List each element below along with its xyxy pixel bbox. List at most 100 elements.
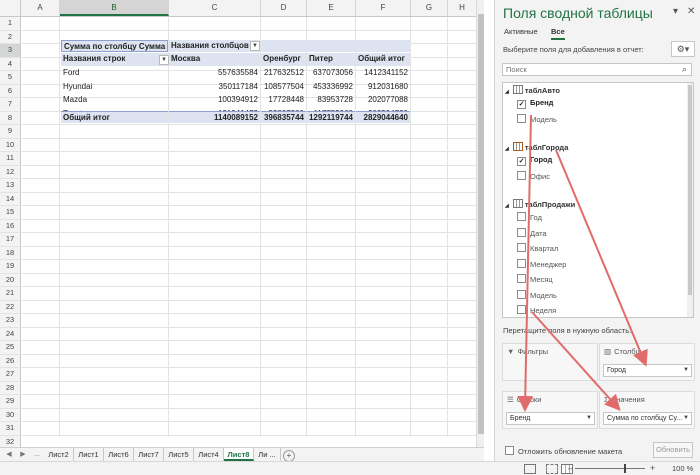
grid-row[interactable]: 12 bbox=[0, 165, 476, 179]
sheet-tab[interactable]: Лист4 bbox=[194, 448, 224, 461]
grid-row[interactable]: 1 bbox=[0, 17, 476, 31]
pivot-value-cell[interactable]: 202077088 bbox=[356, 94, 410, 107]
row-header[interactable]: 20 bbox=[0, 273, 21, 286]
grid-row[interactable]: 13 bbox=[0, 179, 476, 193]
column-header-e[interactable]: E bbox=[307, 0, 356, 16]
grid-row[interactable]: 10 bbox=[0, 138, 476, 152]
row-header[interactable]: 12 bbox=[0, 165, 21, 178]
grid-row[interactable]: 26 bbox=[0, 354, 476, 368]
row-header[interactable]: 25 bbox=[0, 341, 21, 354]
sheet-tab[interactable]: Лист6 bbox=[104, 448, 134, 461]
row-header[interactable]: 11 bbox=[0, 152, 21, 165]
pivot-value-cell[interactable]: 217632512 bbox=[261, 67, 306, 80]
values-area[interactable]: Σ Значения Сумма по столбцу Су... ▼ bbox=[599, 391, 695, 429]
tab-more-icon[interactable]: ... bbox=[32, 450, 42, 460]
checkbox-icon[interactable] bbox=[517, 171, 526, 180]
grid-row[interactable]: 9 bbox=[0, 125, 476, 139]
defer-update-checkbox[interactable]: Отложить обновление макета bbox=[505, 446, 622, 456]
pane-options-dropdown-icon[interactable]: ▾ bbox=[673, 6, 678, 17]
checkbox-icon[interactable] bbox=[517, 212, 526, 221]
page-layout-view-icon[interactable] bbox=[546, 464, 558, 474]
grid-row[interactable]: 27 bbox=[0, 368, 476, 382]
grid-row[interactable]: 14 bbox=[0, 192, 476, 206]
pivot-row-label[interactable]: Ford bbox=[61, 67, 168, 80]
filters-area[interactable]: ▼ Фильтры bbox=[502, 343, 598, 381]
grid-row[interactable]: 19 bbox=[0, 260, 476, 274]
select-all-corner[interactable] bbox=[0, 0, 21, 16]
grid-row[interactable]: 25 bbox=[0, 341, 476, 355]
field-item[interactable]: Неделя bbox=[517, 305, 556, 315]
row-header[interactable]: 3 bbox=[0, 44, 21, 57]
pivot-value-cell[interactable]: 350117184 bbox=[169, 81, 260, 94]
zoom-slider[interactable] bbox=[575, 468, 645, 469]
grid-row[interactable]: 17 bbox=[0, 233, 476, 247]
field-table-header[interactable]: ◢ таблГорода bbox=[505, 142, 568, 152]
row-header[interactable]: 30 bbox=[0, 408, 21, 421]
row-header[interactable]: 1 bbox=[0, 17, 21, 30]
chevron-down-icon[interactable]: ▼ bbox=[683, 365, 689, 376]
sheet-tab[interactable]: Лист2 bbox=[44, 448, 74, 461]
checkbox-icon[interactable] bbox=[517, 258, 526, 268]
close-icon[interactable]: ✕ bbox=[687, 6, 695, 17]
checkbox-icon[interactable] bbox=[517, 243, 526, 252]
field-table-header[interactable]: ◢ таблПродажи bbox=[505, 199, 575, 209]
pivot-value-cell[interactable]: 912031680 bbox=[356, 81, 410, 94]
columns-field-chip[interactable]: Город ▼ bbox=[603, 364, 692, 377]
field-item[interactable]: Дата bbox=[517, 227, 547, 238]
grid-row[interactable]: 23 bbox=[0, 314, 476, 328]
column-filter-dropdown-icon[interactable]: ▼ bbox=[250, 41, 260, 51]
field-item[interactable]: ✓ Город bbox=[517, 155, 552, 166]
field-item[interactable]: Менеджер bbox=[517, 258, 566, 269]
row-header[interactable]: 19 bbox=[0, 260, 21, 273]
pivot-row-label[interactable]: Mazda bbox=[61, 94, 168, 107]
grid-row[interactable]: 31 bbox=[0, 422, 476, 436]
row-header[interactable]: 28 bbox=[0, 381, 21, 394]
zoom-slider-knob[interactable] bbox=[624, 464, 626, 473]
tab-scroll-right-icon[interactable]: ▶ bbox=[18, 450, 28, 460]
row-header[interactable]: 4 bbox=[0, 57, 21, 70]
grid-row[interactable]: 28 bbox=[0, 381, 476, 395]
grid-row[interactable]: 21 bbox=[0, 287, 476, 301]
row-header[interactable]: 23 bbox=[0, 314, 21, 327]
pivot-value-cell[interactable]: 557635584 bbox=[169, 67, 260, 80]
pivot-value-cell[interactable]: 108577504 bbox=[261, 81, 306, 94]
pivot-value-cell[interactable]: 83953728 bbox=[307, 94, 355, 107]
row-header[interactable]: 9 bbox=[0, 125, 21, 138]
row-header[interactable]: 7 bbox=[0, 98, 21, 111]
checkbox-icon[interactable] bbox=[505, 446, 514, 455]
row-header[interactable]: 13 bbox=[0, 179, 21, 192]
pivot-value-cell[interactable]: 100394912 bbox=[169, 94, 260, 107]
row-header[interactable]: 24 bbox=[0, 327, 21, 340]
spreadsheet-grid[interactable]: A B C D E F G H 1 2 3 4 5 6 7 8 9 10 11 12 13 14 15 16 1… bbox=[0, 0, 484, 449]
row-header[interactable]: 10 bbox=[0, 138, 21, 151]
field-item[interactable]: Модель bbox=[517, 114, 557, 124]
checkbox-checked-icon[interactable]: ✓ bbox=[517, 100, 526, 109]
update-button[interactable]: Обновить bbox=[653, 442, 693, 458]
column-header-a[interactable]: A bbox=[21, 0, 60, 16]
column-header-d[interactable]: D bbox=[261, 0, 307, 16]
field-list[interactable]: ◢ таблАвто ✓ Бренд Модель ◢ таблГорода ✓ Город Оф… bbox=[502, 82, 694, 318]
pivot-value-cell[interactable]: 17728448 bbox=[261, 94, 306, 107]
row-header[interactable]: 17 bbox=[0, 233, 21, 246]
values-field-chip[interactable]: Сумма по столбцу Су... ▼ bbox=[603, 412, 692, 425]
grid-row[interactable]: 15 bbox=[0, 206, 476, 220]
zoom-in-icon[interactable]: + bbox=[650, 462, 655, 474]
chevron-down-icon[interactable]: ▼ bbox=[586, 413, 592, 424]
collapse-arrow-icon[interactable]: ◢ bbox=[505, 89, 509, 95]
pivot-value-caption[interactable]: Сумма по столбцу Сумма bbox=[61, 39, 168, 52]
row-header[interactable]: 21 bbox=[0, 287, 21, 300]
zoom-level[interactable]: 100 % bbox=[672, 462, 693, 475]
search-icon[interactable]: ⌕ bbox=[682, 64, 687, 75]
row-header[interactable]: 5 bbox=[0, 71, 21, 84]
tab-active-fields[interactable]: Активные bbox=[504, 27, 538, 36]
column-header-g[interactable]: G bbox=[411, 0, 448, 16]
row-header[interactable]: 2 bbox=[0, 30, 21, 43]
row-header[interactable]: 22 bbox=[0, 300, 21, 313]
sheet-tab[interactable]: Лист1 bbox=[74, 448, 104, 461]
row-header[interactable]: 27 bbox=[0, 368, 21, 381]
field-item[interactable]: Год bbox=[517, 212, 542, 222]
grid-row[interactable]: 11 bbox=[0, 152, 476, 166]
vertical-scroll-thumb[interactable] bbox=[478, 14, 484, 434]
checkbox-checked-icon[interactable]: ✓ bbox=[517, 157, 526, 166]
checkbox-icon[interactable] bbox=[517, 227, 526, 237]
